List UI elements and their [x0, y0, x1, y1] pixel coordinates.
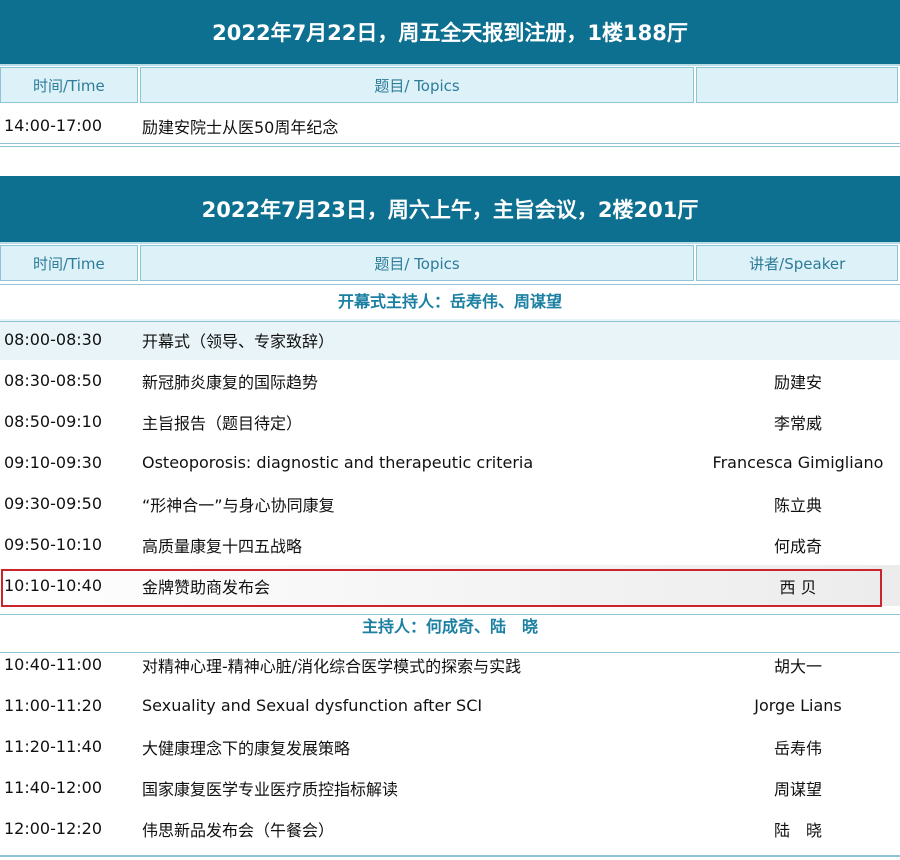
day1-column-headers: 时间/Time 题目/ Topics	[0, 66, 900, 103]
session1-title: 开幕式主持人：岳寿伟、周谋望	[337, 292, 562, 311]
row-topic: Osteoporosis: diagnostic and therapeutic…	[142, 453, 534, 472]
row-time: 10:10-10:40	[4, 576, 102, 595]
row-speaker: Francesca Gimigliano	[712, 453, 884, 472]
table-row: 10:40-11:00 对精神心理-精神心脏/消化综合医学模式的探索与实践 胡大…	[0, 644, 900, 685]
row-speaker: 周谋望	[773, 779, 822, 799]
row-time: 08:00-08:30	[4, 330, 102, 349]
row-time: 11:20-11:40	[4, 737, 102, 756]
table-row: 09:30-09:50 “形神合一”与身心协同康复 陈立典	[0, 483, 900, 524]
row-time: 09:30-09:50	[4, 494, 102, 513]
row-speaker: 西 贝	[779, 577, 817, 597]
row-topic: 伟思新品发布会（午餐会）	[142, 820, 335, 840]
row-time: 09:50-10:10	[4, 535, 102, 554]
row-time: 12:00-12:20	[4, 819, 102, 838]
time-column-header: 时间/Time	[0, 67, 138, 103]
divider	[0, 652, 900, 653]
row-topic: 励建安院士从医50周年纪念	[142, 117, 339, 137]
row-speaker: 陆 晓	[773, 820, 822, 840]
row-time: 11:00-11:20	[4, 696, 102, 715]
session2-title: 主持人：何成奇、陆 晓	[361, 617, 538, 636]
row-time: 08:50-09:10	[4, 412, 102, 431]
row-speaker: Jorge Lians	[754, 696, 842, 715]
divider	[0, 321, 900, 322]
table-row: 09:10-09:30 Osteoporosis: diagnostic and…	[0, 442, 900, 483]
row-speaker: 岳寿伟	[773, 738, 822, 758]
day2-schedule: 2022年7月23日，周六上午，主旨会议，2楼201厅 时间/Time 题目/ …	[0, 176, 900, 849]
row-time: 11:40-12:00	[4, 778, 102, 797]
day2-header: 2022年7月23日，周六上午，主旨会议，2楼201厅	[0, 176, 900, 244]
topic-column-header: 题目/ Topics	[139, 245, 695, 281]
table-row: 08:00-08:30 开幕式（领导、专家致辞）	[0, 319, 900, 360]
row-speaker: 李常威	[773, 413, 822, 433]
divider	[0, 143, 900, 144]
row-topic: 主旨报告（题目待定）	[142, 413, 303, 433]
table-row: 09:50-10:10 高质量康复十四五战略 何成奇	[0, 524, 900, 565]
table-row: 08:50-09:10 主旨报告（题目待定） 李常威	[0, 401, 900, 442]
row-topic: “形神合一”与身心协同康复	[142, 495, 335, 515]
row-topic: 新冠肺炎康复的国际趋势	[142, 372, 319, 392]
row-speaker: 何成奇	[773, 536, 822, 556]
table-row: 14:00-17:00 励建安院士从医50周年纪念	[0, 105, 900, 146]
row-topic: 金牌赞助商发布会	[142, 577, 271, 597]
row-speaker: 励建安	[773, 372, 822, 392]
table-row: 11:20-11:40 大健康理念下的康复发展策略 岳寿伟	[0, 726, 900, 767]
day1-header: 2022年7月22日，周五全天报到注册，1楼188厅	[0, 0, 900, 66]
divider	[0, 146, 900, 147]
table-row: 12:00-12:20 伟思新品发布会（午餐会） 陆 晓	[0, 808, 900, 849]
day1-schedule: 2022年7月22日，周五全天报到注册，1楼188厅 时间/Time 题目/ T…	[0, 0, 900, 146]
row-speaker: 胡大一	[773, 656, 822, 676]
row-topic: 国家康复医学专业医疗质控指标解读	[142, 779, 399, 799]
topic-column-header: 题目/ Topics	[139, 67, 695, 103]
table-row-highlighted: 10:10-10:40 金牌赞助商发布会 西 贝	[0, 565, 900, 606]
table-row: 11:00-11:20 Sexuality and Sexual dysfunc…	[0, 685, 900, 726]
table-row: 08:30-08:50 新冠肺炎康复的国际趋势 励建安	[0, 360, 900, 401]
row-topic: 高质量康复十四五战略	[142, 536, 303, 556]
row-topic: 开幕式（领导、专家致辞）	[142, 331, 335, 351]
day2-column-headers: 时间/Time 题目/ Topics 讲者/Speaker	[0, 244, 900, 281]
divider	[0, 284, 900, 285]
row-speaker: 陈立典	[773, 495, 822, 515]
row-time: 08:30-08:50	[4, 371, 102, 390]
row-topic: 大健康理念下的康复发展策略	[142, 738, 351, 758]
speaker-column-header	[696, 67, 898, 103]
row-topic: 对精神心理-精神心脏/消化综合医学模式的探索与实践	[142, 656, 522, 676]
divider	[0, 855, 900, 857]
divider	[0, 614, 900, 615]
time-column-header: 时间/Time	[0, 245, 138, 281]
row-topic: Sexuality and Sexual dysfunction after S…	[142, 696, 483, 715]
row-time: 14:00-17:00	[4, 116, 102, 135]
speaker-column-header: 讲者/Speaker	[696, 245, 898, 281]
row-time: 10:40-11:00	[4, 655, 102, 674]
row-time: 09:10-09:30	[4, 453, 102, 472]
table-row: 11:40-12:00 国家康复医学专业医疗质控指标解读 周谋望	[0, 767, 900, 808]
